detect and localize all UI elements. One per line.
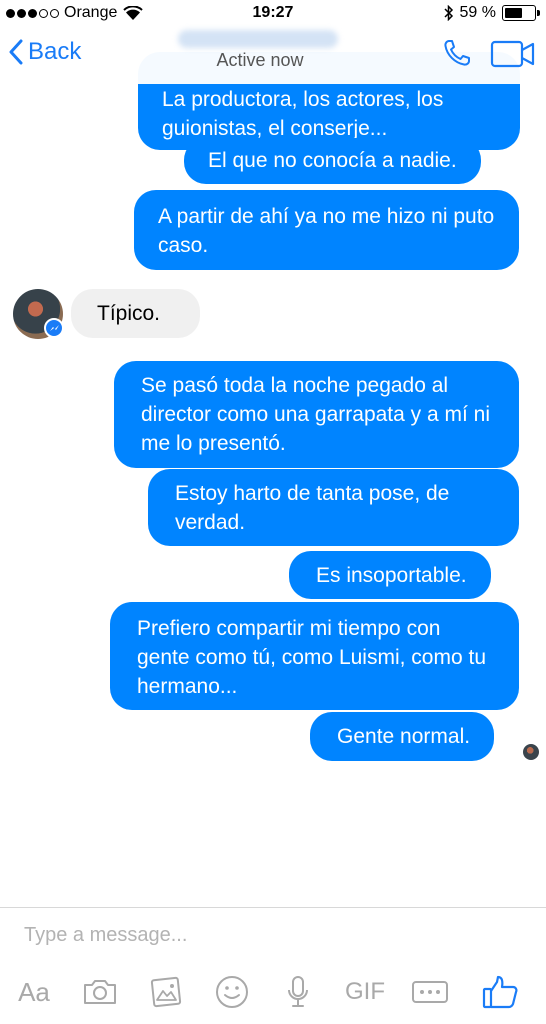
composer-divider <box>0 907 546 908</box>
battery-info: 59 % <box>444 4 540 22</box>
conversation-header: Back Active now <box>0 28 546 84</box>
messenger-badge-icon <box>44 318 64 338</box>
battery-icon <box>502 5 540 21</box>
photos-button[interactable] <box>146 970 186 1014</box>
voice-button[interactable] <box>280 970 316 1014</box>
outgoing-message[interactable]: Es insoportable. <box>289 551 491 599</box>
thumbs-up-icon <box>482 975 518 1009</box>
like-button[interactable] <box>478 970 522 1014</box>
outgoing-message[interactable]: Prefiero compartir mi tiempo con gente c… <box>110 602 519 710</box>
more-dots-icon <box>412 981 448 1003</box>
message-input[interactable] <box>24 924 504 947</box>
microphone-icon <box>288 976 308 1007</box>
outgoing-message[interactable]: Se pasó toda la noche pegado al director… <box>114 361 519 468</box>
more-options-button[interactable] <box>410 970 450 1014</box>
bluetooth-icon <box>444 5 453 21</box>
outgoing-message[interactable]: A partir de ahí ya no me hizo ni puto ca… <box>134 190 519 270</box>
seen-avatar <box>523 744 539 760</box>
battery-percentage: 59 % <box>459 4 496 21</box>
gif-button[interactable]: GIF <box>340 970 390 1014</box>
status-bar: Orange 19:27 59 % <box>0 0 546 28</box>
photo-gallery-icon <box>150 976 182 1008</box>
video-camera-icon[interactable] <box>490 40 536 68</box>
outgoing-message[interactable]: Estoy harto de tanta pose, de verdad. <box>148 469 519 546</box>
contact-name-blurred[interactable] <box>178 30 338 48</box>
text-format-button[interactable]: Aa <box>14 970 54 1014</box>
smiley-icon <box>216 976 248 1008</box>
camera-icon <box>84 980 116 1004</box>
outgoing-message[interactable]: Gente normal. <box>310 712 495 761</box>
stickers-button[interactable] <box>212 970 252 1014</box>
incoming-message[interactable]: Típico. <box>71 289 200 338</box>
battery-level <box>505 8 522 18</box>
phone-icon[interactable] <box>442 38 472 68</box>
camera-button[interactable] <box>80 970 120 1014</box>
outgoing-message[interactable]: El que no conocía a nadie. <box>184 138 481 184</box>
